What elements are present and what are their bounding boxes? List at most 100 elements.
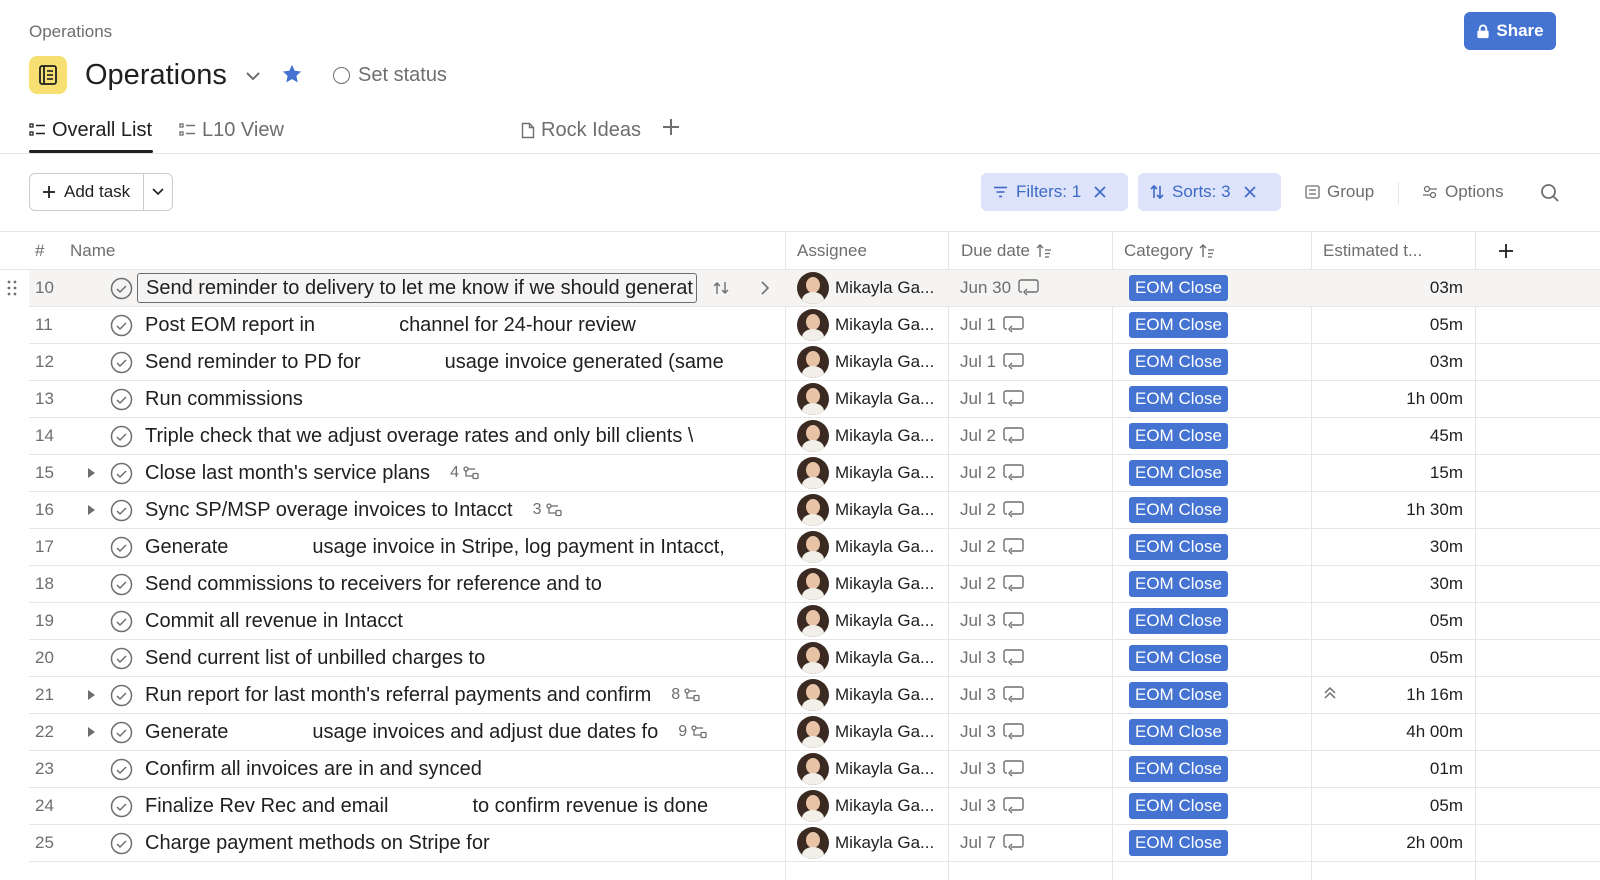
task-name[interactable]: Close last month's service plans 4 — [145, 455, 480, 491]
category-cell[interactable]: EOM Close — [1129, 825, 1228, 861]
complete-checkbox-icon[interactable] — [110, 795, 133, 818]
column-header-name[interactable]: Name — [70, 232, 115, 270]
due-date-cell[interactable]: Jul 2 — [960, 492, 1024, 528]
estimated-time-cell[interactable]: 03m — [1311, 270, 1463, 306]
category-cell[interactable]: EOM Close — [1129, 344, 1228, 380]
set-status-button[interactable]: Set status — [333, 64, 447, 87]
assignee-cell[interactable]: Mikayla Ga... — [797, 492, 934, 528]
assignee-cell[interactable]: Mikayla Ga... — [797, 825, 934, 861]
assignee-cell[interactable]: Mikayla Ga... — [797, 529, 934, 565]
estimated-time-cell[interactable]: 15m — [1311, 455, 1463, 491]
estimated-time-cell[interactable]: 03m — [1311, 344, 1463, 380]
table-row[interactable]: 12 Send reminder to PD for usage invoice g… — [29, 344, 1600, 381]
project-icon[interactable] — [29, 56, 67, 94]
due-date-cell[interactable]: Jul 3 — [960, 603, 1024, 639]
share-button[interactable]: Share — [1464, 12, 1556, 50]
reorder-icon[interactable] — [712, 280, 730, 296]
task-name[interactable]: Post EOM report in channel for 24-hour re… — [145, 307, 636, 343]
category-cell[interactable]: EOM Close — [1129, 603, 1228, 639]
complete-checkbox-icon[interactable] — [110, 314, 133, 337]
complete-checkbox-icon[interactable] — [110, 573, 133, 596]
expand-subtasks-toggle[interactable] — [86, 455, 98, 491]
project-title[interactable]: Operations — [85, 59, 227, 92]
task-name[interactable]: Commit all revenue in Intacct — [145, 603, 403, 639]
category-cell[interactable]: EOM Close — [1129, 492, 1228, 528]
assignee-cell[interactable]: Mikayla Ga... — [797, 566, 934, 602]
due-date-cell[interactable]: Jul 2 — [960, 529, 1024, 565]
subtask-count[interactable]: 8 — [671, 686, 701, 704]
complete-checkbox-icon[interactable] — [110, 388, 133, 411]
table-row[interactable]: 16 Sync SP/MSP overage invoices to Intacc… — [29, 492, 1600, 529]
assignee-cell[interactable]: Mikayla Ga... — [797, 788, 934, 824]
estimated-time-cell[interactable]: 45m — [1311, 418, 1463, 454]
estimated-time-cell[interactable]: 4h 00m — [1311, 714, 1463, 750]
add-task-button[interactable]: Add task — [30, 174, 144, 210]
category-cell[interactable]: EOM Close — [1129, 788, 1228, 824]
search-icon[interactable] — [1540, 183, 1560, 203]
estimated-time-cell[interactable]: 05m — [1311, 788, 1463, 824]
estimated-time-cell[interactable]: 1h 30m — [1311, 492, 1463, 528]
task-name[interactable]: Generate usage invoice in Stripe, log pay… — [145, 529, 725, 565]
chevron-down-icon[interactable] — [243, 66, 263, 86]
table-row[interactable]: 11 Post EOM report in channel for 24-hour … — [29, 307, 1600, 344]
due-date-cell[interactable]: Jul 1 — [960, 307, 1024, 343]
task-name[interactable]: Send reminder to PD for usage invoice gen… — [145, 344, 724, 380]
complete-checkbox-icon[interactable] — [110, 832, 133, 855]
estimated-time-cell[interactable]: 05m — [1311, 640, 1463, 676]
task-name[interactable]: Run commissions — [145, 381, 303, 417]
estimated-time-cell[interactable]: 30m — [1311, 566, 1463, 602]
open-details-chevron-icon[interactable] — [760, 281, 770, 295]
table-row[interactable]: 17 Generate usage invoice in Stripe, log p… — [29, 529, 1600, 566]
add-tab-icon[interactable] — [660, 116, 682, 138]
complete-checkbox-icon[interactable] — [110, 721, 133, 744]
complete-checkbox-icon[interactable] — [110, 758, 133, 781]
task-name[interactable]: Send commissions to receivers for refere… — [145, 566, 602, 602]
category-cell[interactable]: EOM Close — [1129, 566, 1228, 602]
star-icon[interactable] — [281, 63, 303, 85]
subtask-count[interactable]: 3 — [533, 501, 563, 519]
add-task-dropdown[interactable] — [144, 174, 172, 210]
complete-checkbox-icon[interactable] — [110, 277, 133, 300]
due-date-cell[interactable]: Jul 2 — [960, 455, 1024, 491]
tab-l10-view[interactable]: L10 View — [179, 114, 284, 146]
task-name[interactable]: Sync SP/MSP overage invoices to Intacct 3 — [145, 492, 563, 528]
table-row[interactable]: 23 Confirm all invoices are in and synced… — [29, 751, 1600, 788]
tab-rock-ideas[interactable]: Rock Ideas — [521, 114, 641, 146]
subtask-count[interactable]: 9 — [678, 723, 708, 741]
due-date-cell[interactable]: Jun 30 — [960, 270, 1039, 306]
assignee-cell[interactable]: Mikayla Ga... — [797, 381, 934, 417]
estimated-time-cell[interactable]: 05m — [1311, 603, 1463, 639]
due-date-cell[interactable]: Jul 1 — [960, 381, 1024, 417]
due-date-cell[interactable]: Jul 3 — [960, 788, 1024, 824]
assignee-cell[interactable]: Mikayla Ga... — [797, 677, 934, 713]
estimated-time-cell[interactable]: 1h 00m — [1311, 381, 1463, 417]
category-cell[interactable]: EOM Close — [1129, 381, 1228, 417]
options-button[interactable]: Options — [1422, 173, 1504, 211]
subtask-count[interactable]: 4 — [450, 464, 480, 482]
filters-chip[interactable]: Filters: 1 — [981, 173, 1128, 211]
expand-subtasks-toggle[interactable] — [86, 677, 98, 713]
table-row[interactable]: 20 Send current list of unbilled charges … — [29, 640, 1600, 677]
tab-overall-list[interactable]: Overall List — [29, 114, 152, 146]
complete-checkbox-icon[interactable] — [110, 462, 133, 485]
table-row[interactable]: 25 Charge payment methods on Stripe for Mi… — [29, 825, 1600, 862]
assignee-cell[interactable]: Mikayla Ga... — [797, 640, 934, 676]
assignee-cell[interactable]: Mikayla Ga... — [797, 270, 934, 306]
column-header-assignee[interactable]: Assignee — [797, 232, 867, 270]
assignee-cell[interactable]: Mikayla Ga... — [797, 751, 934, 787]
group-button[interactable]: Group — [1305, 173, 1374, 211]
assignee-cell[interactable]: Mikayla Ga... — [797, 714, 934, 750]
category-cell[interactable]: EOM Close — [1129, 640, 1228, 676]
due-date-cell[interactable]: Jul 2 — [960, 418, 1024, 454]
due-date-cell[interactable]: Jul 1 — [960, 344, 1024, 380]
task-name[interactable]: Send current list of unbilled charges to — [145, 640, 485, 676]
close-icon[interactable] — [1243, 185, 1257, 199]
complete-checkbox-icon[interactable] — [110, 684, 133, 707]
due-date-cell[interactable]: Jul 3 — [960, 677, 1024, 713]
complete-checkbox-icon[interactable] — [110, 536, 133, 559]
estimated-time-cell[interactable]: 2h 00m — [1311, 825, 1463, 861]
sorts-chip[interactable]: Sorts: 3 — [1138, 173, 1281, 211]
assignee-cell[interactable]: Mikayla Ga... — [797, 418, 934, 454]
complete-checkbox-icon[interactable] — [110, 610, 133, 633]
assignee-cell[interactable]: Mikayla Ga... — [797, 307, 934, 343]
